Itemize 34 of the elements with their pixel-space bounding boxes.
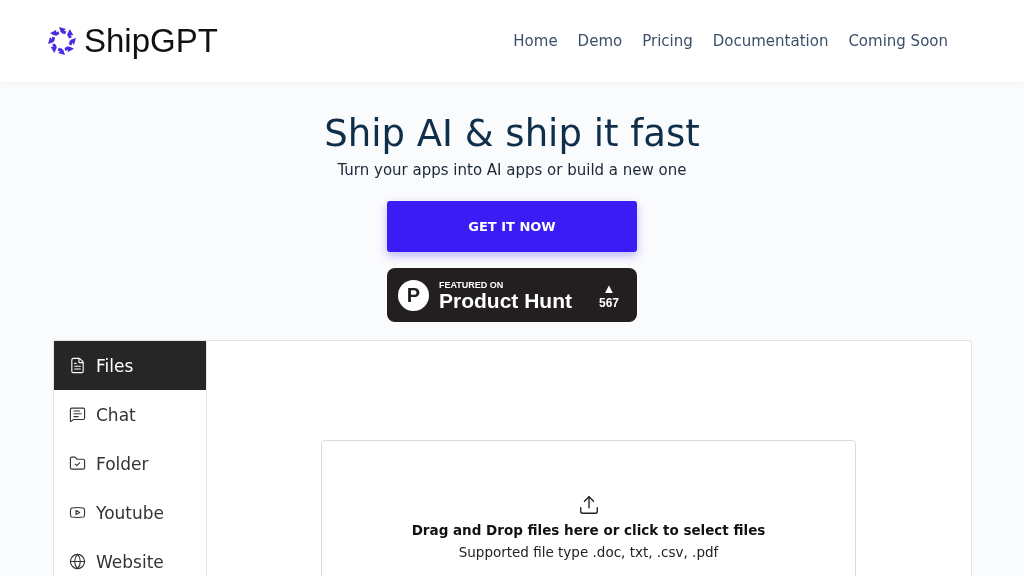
nav-link[interactable]: Home [513,32,558,50]
globe-icon [69,553,86,570]
nav-link[interactable]: Demo [577,32,623,50]
get-it-now-button[interactable]: GET IT NOW [387,201,637,252]
tab-label: Files [96,355,134,376]
sidebar-tab[interactable]: Website [54,537,206,576]
hero-subtitle: Turn your apps into AI apps or build a new one [337,161,687,179]
nav-link[interactable]: Coming Soon [848,32,948,50]
document-icon [69,357,86,374]
sidebar-tab[interactable]: Chat [54,390,206,439]
logo-icon [46,25,78,57]
badge-eyebrow: FEATURED ON [439,279,505,290]
upvote-count: 567 [598,295,619,310]
folder-icon [69,455,86,472]
drop-instruction: Drag and Drop files here or click to select files [411,522,766,538]
tab-label: Chat [96,404,136,425]
upload-icon [577,494,600,516]
hero-title: Ship AI & ship it fast [324,112,700,155]
chat-icon [69,406,86,423]
tab-label: Youtube [96,502,164,523]
tab-label: Folder [96,453,149,474]
video-play-icon [69,504,86,521]
nav-link[interactable]: Documentation [712,32,829,50]
file-type-hint: Supported file type .doc, txt, .csv, .pdf [458,544,719,560]
brand-name[interactable]: ShipGPT [84,22,218,60]
tab-label: Website [96,551,164,572]
sidebar-tab[interactable]: Youtube [54,488,206,537]
nav-link[interactable]: Pricing [642,32,693,50]
badge-title: Product Hunt [439,289,573,311]
sidebar-tab[interactable]: Folder [54,439,206,488]
upvote-arrow: ▲ [602,280,616,296]
file-drop-zone[interactable]: Drag and Drop files here or click to select files Supported file type .doc, txt, .csv, .pdf [321,440,856,576]
product-hunt-logo: P [398,279,429,311]
sidebar-tab[interactable]: Files [54,341,206,390]
